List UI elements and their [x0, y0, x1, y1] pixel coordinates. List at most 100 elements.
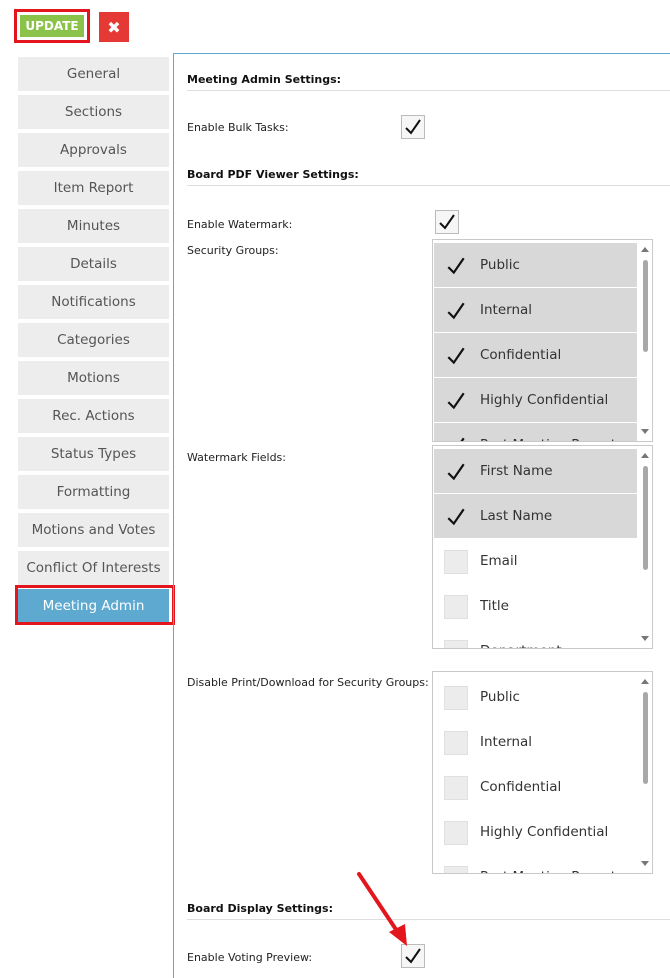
list-item[interactable]: Confidential: [434, 765, 637, 809]
check-icon: [460, 437, 465, 441]
check-icon: [439, 214, 455, 230]
list-item-label: First Name: [480, 463, 553, 479]
checkbox[interactable]: [444, 299, 468, 323]
board-display-settings-title: Board Display Settings:: [187, 902, 333, 915]
list-item-label: Last Name: [480, 508, 553, 524]
divider: [187, 185, 670, 186]
security-groups-list[interactable]: Public Internal Confidential Highly Conf…: [432, 239, 653, 442]
checkbox[interactable]: [444, 731, 468, 755]
list-item-label: Title: [480, 598, 509, 614]
sidebar-item-formatting[interactable]: Formatting: [18, 475, 169, 509]
scroll-thumb[interactable]: [643, 466, 648, 570]
sidebar-item-status-types[interactable]: Status Types: [18, 437, 169, 471]
checkbox[interactable]: [444, 254, 468, 278]
checkbox[interactable]: [444, 640, 468, 648]
sidebar-item-item-report[interactable]: Item Report: [18, 171, 169, 205]
checkbox[interactable]: [444, 434, 468, 441]
list-item-label: Department: [480, 629, 562, 648]
watermark-label: Enable Watermark:: [187, 218, 293, 231]
security-groups-label: Security Groups:: [187, 244, 279, 257]
check-icon: [447, 302, 465, 320]
sidebar-item-notifications[interactable]: Notifications: [18, 285, 169, 319]
checkbox[interactable]: [444, 389, 468, 413]
list-item-label: Highly Confidential: [480, 392, 609, 408]
checkbox[interactable]: [444, 866, 468, 873]
disable-print-label: Disable Print/Download for Security Grou…: [187, 676, 429, 689]
scrollbar[interactable]: [638, 672, 652, 873]
list-item[interactable]: Post Meeting Report: [434, 855, 637, 873]
divider: [187, 90, 670, 91]
checkbox[interactable]: [444, 821, 468, 845]
list-item[interactable]: Post Meeting Report: [434, 423, 637, 441]
list-item-label: Public: [480, 689, 520, 705]
list-item-label: Confidential: [480, 347, 562, 363]
checkbox[interactable]: [444, 776, 468, 800]
sidebar-item-motions-and-votes[interactable]: Motions and Votes: [18, 513, 169, 547]
divider: [187, 919, 670, 920]
scroll-thumb[interactable]: [643, 692, 648, 784]
scroll-thumb[interactable]: [643, 260, 648, 352]
list-item[interactable]: Email: [434, 539, 637, 583]
list-item-label: Confidential: [480, 779, 562, 795]
scroll-down-icon[interactable]: [641, 861, 649, 866]
annotation-arrow-icon: [357, 872, 407, 946]
list-item-label: Email: [480, 553, 518, 569]
update-button[interactable]: UPDATE: [20, 15, 84, 37]
sidebar-item-general[interactable]: General: [18, 57, 169, 91]
list-item[interactable]: Highly Confidential: [434, 810, 637, 854]
list-item[interactable]: Last Name: [434, 494, 637, 538]
sidebar-item-sections[interactable]: Sections: [18, 95, 169, 129]
pdf-viewer-settings-title: Board PDF Viewer Settings:: [187, 168, 359, 181]
bulk-tasks-label: Enable Bulk Tasks:: [187, 121, 289, 134]
list-item-label: Public: [480, 257, 520, 273]
list-item-label: Internal: [480, 734, 533, 750]
list-item-label: Highly Confidential: [480, 824, 609, 840]
scrollbar[interactable]: [638, 446, 652, 648]
sidebar-item-conflict-of-interests[interactable]: Conflict Of Interests: [18, 551, 169, 585]
list-item[interactable]: First Name: [434, 449, 637, 493]
active-item-highlight: [15, 585, 175, 625]
sidebar-item-details[interactable]: Details: [18, 247, 169, 281]
scroll-up-icon[interactable]: [641, 679, 649, 684]
watermark-fields-label: Watermark Fields:: [187, 451, 286, 464]
list-item-label: Post Meeting Report: [480, 855, 616, 873]
list-item[interactable]: Public: [434, 675, 637, 719]
sidebar-item-categories[interactable]: Categories: [18, 323, 169, 357]
scrollbar[interactable]: [638, 240, 652, 441]
check-icon: [447, 463, 465, 481]
sidebar-item-rec-actions[interactable]: Rec. Actions: [18, 399, 169, 433]
list-item[interactable]: Title: [434, 584, 637, 628]
check-icon: [405, 119, 421, 135]
watermark-checkbox[interactable]: [435, 210, 459, 234]
checkbox[interactable]: [444, 595, 468, 619]
close-icon: ✖: [107, 17, 121, 37]
check-icon: [447, 392, 465, 410]
check-icon: [447, 508, 465, 526]
checkbox[interactable]: [444, 686, 468, 710]
list-item[interactable]: Public: [434, 243, 637, 287]
list-item[interactable]: Highly Confidential: [434, 378, 637, 422]
list-item[interactable]: Department: [434, 629, 637, 648]
update-button-highlight: UPDATE: [14, 9, 90, 43]
scroll-up-icon[interactable]: [641, 453, 649, 458]
sidebar-item-minutes[interactable]: Minutes: [18, 209, 169, 243]
checkbox[interactable]: [444, 505, 468, 529]
checkbox[interactable]: [444, 344, 468, 368]
disable-print-groups-list[interactable]: Public Internal Confidential Highly Conf…: [432, 671, 653, 874]
checkbox[interactable]: [444, 550, 468, 574]
list-item-label: Post Meeting Report: [480, 423, 616, 441]
watermark-fields-list[interactable]: First Name Last Name Email Title Departm…: [432, 445, 653, 649]
sidebar-item-approvals[interactable]: Approvals: [18, 133, 169, 167]
scroll-down-icon[interactable]: [641, 429, 649, 434]
scroll-up-icon[interactable]: [641, 247, 649, 252]
close-button[interactable]: ✖: [99, 12, 129, 42]
list-item[interactable]: Internal: [434, 720, 637, 764]
voting-preview-label: Enable Voting Preview:: [187, 951, 313, 964]
list-item[interactable]: Confidential: [434, 333, 637, 377]
list-item[interactable]: Internal: [434, 288, 637, 332]
bulk-tasks-checkbox[interactable]: [401, 115, 425, 139]
checkbox[interactable]: [444, 460, 468, 484]
sidebar-item-motions[interactable]: Motions: [18, 361, 169, 395]
scroll-down-icon[interactable]: [641, 636, 649, 641]
settings-sidebar: General Sections Approvals Item Report M…: [0, 55, 172, 978]
